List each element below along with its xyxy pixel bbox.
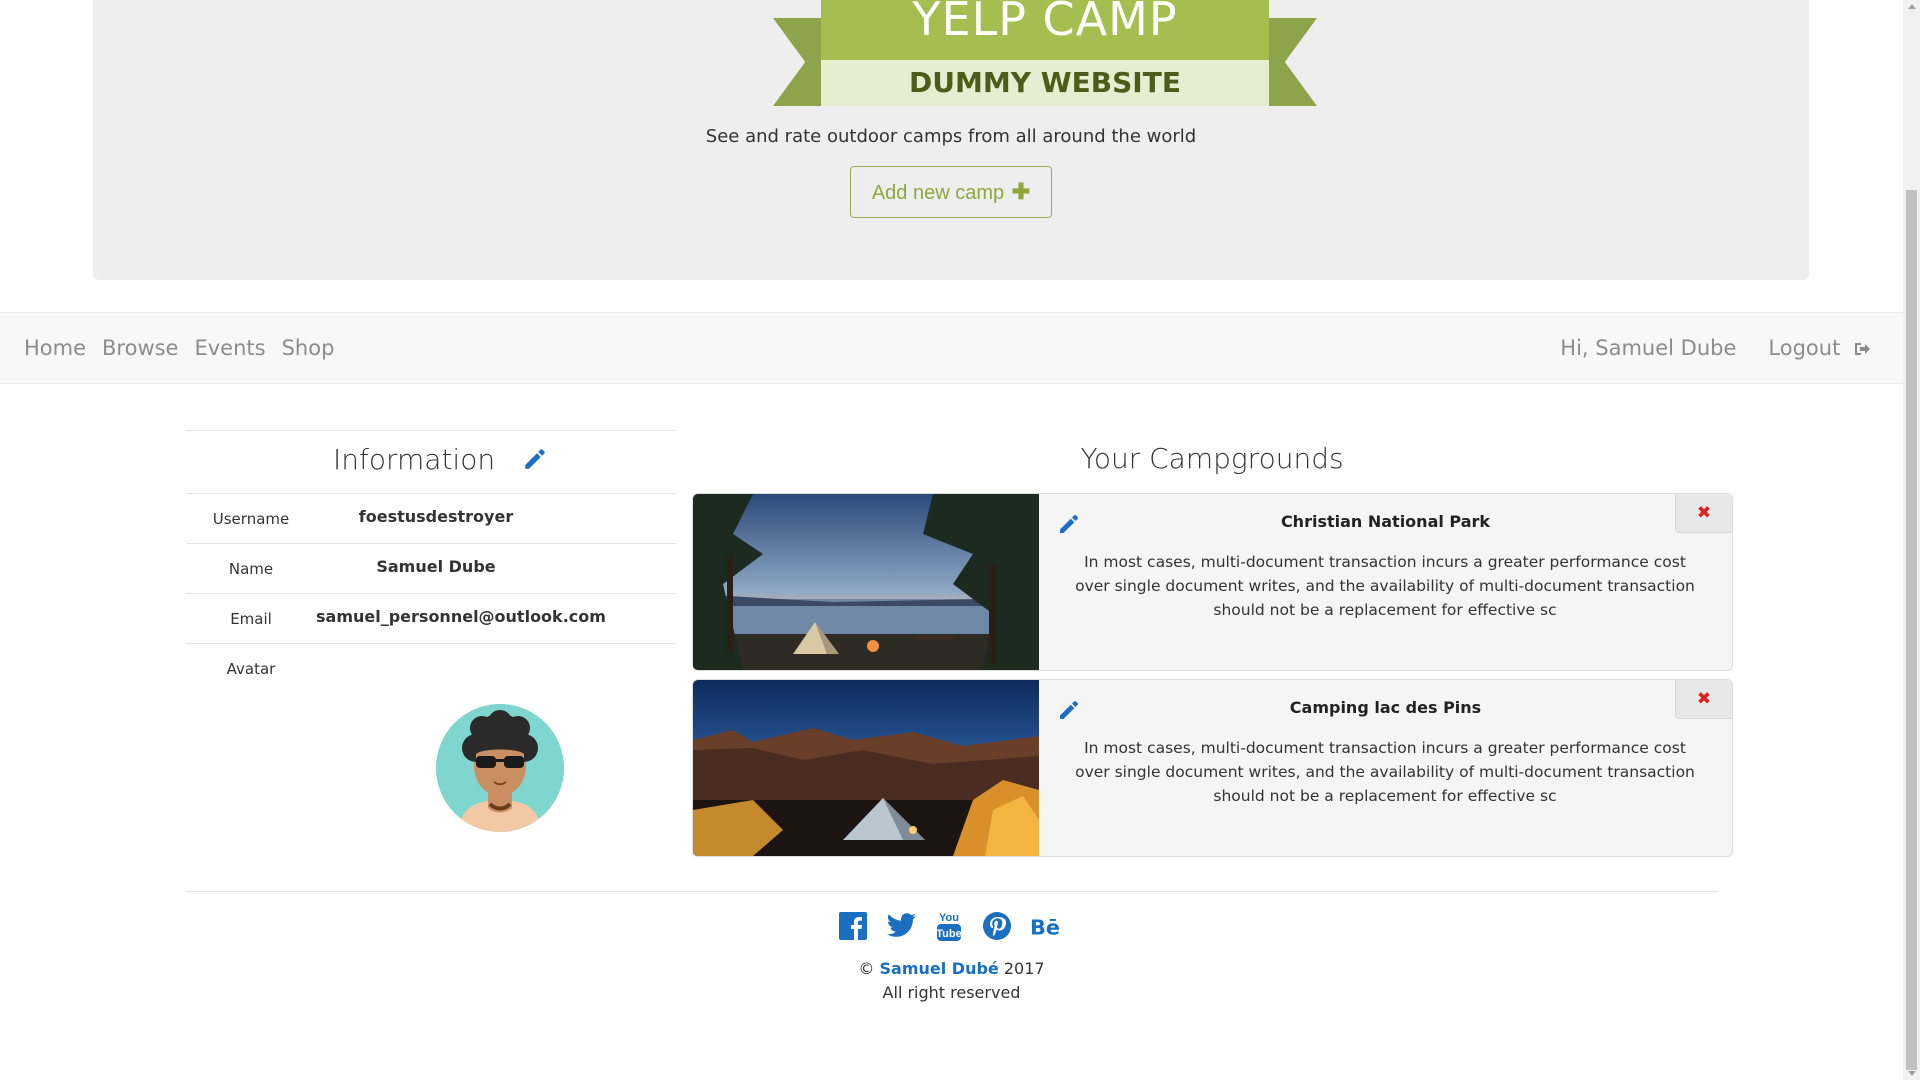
pinterest-icon[interactable] xyxy=(982,911,1012,941)
behance-icon[interactable]: Bē xyxy=(1030,911,1060,941)
email-value: samuel_personnel@outlook.com xyxy=(316,607,606,626)
social-links: You Tube Bē xyxy=(838,906,1060,946)
svg-text:Tube: Tube xyxy=(936,928,961,940)
tagline: See and rate outdoor camps from all arou… xyxy=(705,126,1197,147)
logout-label: Logout xyxy=(1768,336,1841,360)
delete-button[interactable]: ✖ xyxy=(1675,494,1732,533)
svg-text:You: You xyxy=(939,912,959,924)
nav-home[interactable]: Home xyxy=(24,336,86,360)
info-row-name: Name Samuel Dube xyxy=(186,544,676,594)
campground-description: In most cases, multi-document transactio… xyxy=(1075,553,1695,619)
jumbotron: YELP CAMP DUMMY WEBSITE See and rate out… xyxy=(93,0,1809,280)
user-greeting[interactable]: Hi, Samuel Dube xyxy=(1560,336,1736,360)
add-new-camp-button[interactable]: Add new camp ✚ xyxy=(850,166,1052,218)
close-icon: ✖ xyxy=(1696,689,1712,709)
sign-out-icon xyxy=(1855,343,1870,355)
scrollbar-thumb[interactable] xyxy=(1906,190,1917,1070)
campground-image[interactable] xyxy=(693,494,1039,670)
nav-events[interactable]: Events xyxy=(194,336,265,360)
author-link[interactable]: Samuel Dubé xyxy=(880,959,999,978)
copyright-line: © Samuel Dubé 2017 xyxy=(0,959,1903,978)
logout-link[interactable]: Logout xyxy=(1768,336,1871,360)
info-row-username: Username foestusdestroyer xyxy=(186,494,676,544)
username-label: Username xyxy=(212,510,290,528)
footer-divider xyxy=(186,891,1718,892)
navbar: Home Browse Events Shop Hi, Samuel Dube … xyxy=(0,312,1903,384)
info-row-avatar: Avatar xyxy=(186,644,676,832)
avatar xyxy=(436,704,564,832)
twitter-icon[interactable] xyxy=(886,911,916,941)
name-value: Samuel Dube xyxy=(376,557,496,576)
name-label: Name xyxy=(228,560,274,578)
site-subtitle: DUMMY WEBSITE xyxy=(821,60,1269,106)
campgrounds-title: Your Campgrounds xyxy=(1080,442,1344,475)
information-panel: Information Username foestusdestroyer Na… xyxy=(186,430,676,832)
svg-text:Bē: Bē xyxy=(1030,915,1060,939)
campground-name[interactable]: Camping lac des Pins xyxy=(1039,698,1732,717)
info-row-email: Email samuel_personnel@outlook.com xyxy=(186,594,676,644)
nav-links: Home Browse Events Shop xyxy=(24,313,334,383)
youtube-icon[interactable]: You Tube xyxy=(934,911,964,941)
information-header: Information xyxy=(186,430,676,494)
campground-description: In most cases, multi-document transactio… xyxy=(1075,739,1695,805)
site-title: YELP CAMP xyxy=(821,0,1269,60)
information-title: Information xyxy=(333,443,496,476)
page-scrollbar[interactable] xyxy=(1903,0,1920,1080)
nav-browse[interactable]: Browse xyxy=(102,336,178,360)
username-value: foestusdestroyer xyxy=(358,507,514,526)
facebook-icon[interactable] xyxy=(838,911,868,941)
pencil-icon[interactable] xyxy=(522,446,548,472)
campground-image[interactable] xyxy=(693,680,1039,856)
nav-user: Hi, Samuel Dube Logout xyxy=(1560,313,1871,383)
nav-shop[interactable]: Shop xyxy=(282,336,335,360)
add-new-camp-label: Add new camp xyxy=(871,182,1005,204)
close-icon: ✖ xyxy=(1696,503,1712,523)
plus-icon: ✚ xyxy=(1011,179,1031,204)
delete-button[interactable]: ✖ xyxy=(1675,680,1732,719)
avatar-label: Avatar xyxy=(226,660,276,678)
rights-text: All right reserved xyxy=(882,983,1021,1002)
scroll-up-arrow-icon[interactable] xyxy=(1908,4,1916,9)
yelp-camp-banner-logo: YELP CAMP DUMMY WEBSITE xyxy=(773,0,1317,110)
campground-card: Camping lac des Pins In most cases, mult… xyxy=(692,679,1733,857)
email-label: Email xyxy=(230,610,272,628)
copyright-symbol: © xyxy=(858,959,875,978)
campground-name[interactable]: Christian National Park xyxy=(1039,512,1732,531)
campground-card: Christian National Park In most cases, m… xyxy=(692,493,1733,671)
copyright-year: 2017 xyxy=(1003,959,1045,978)
scroll-down-arrow-icon[interactable] xyxy=(1908,1071,1916,1076)
